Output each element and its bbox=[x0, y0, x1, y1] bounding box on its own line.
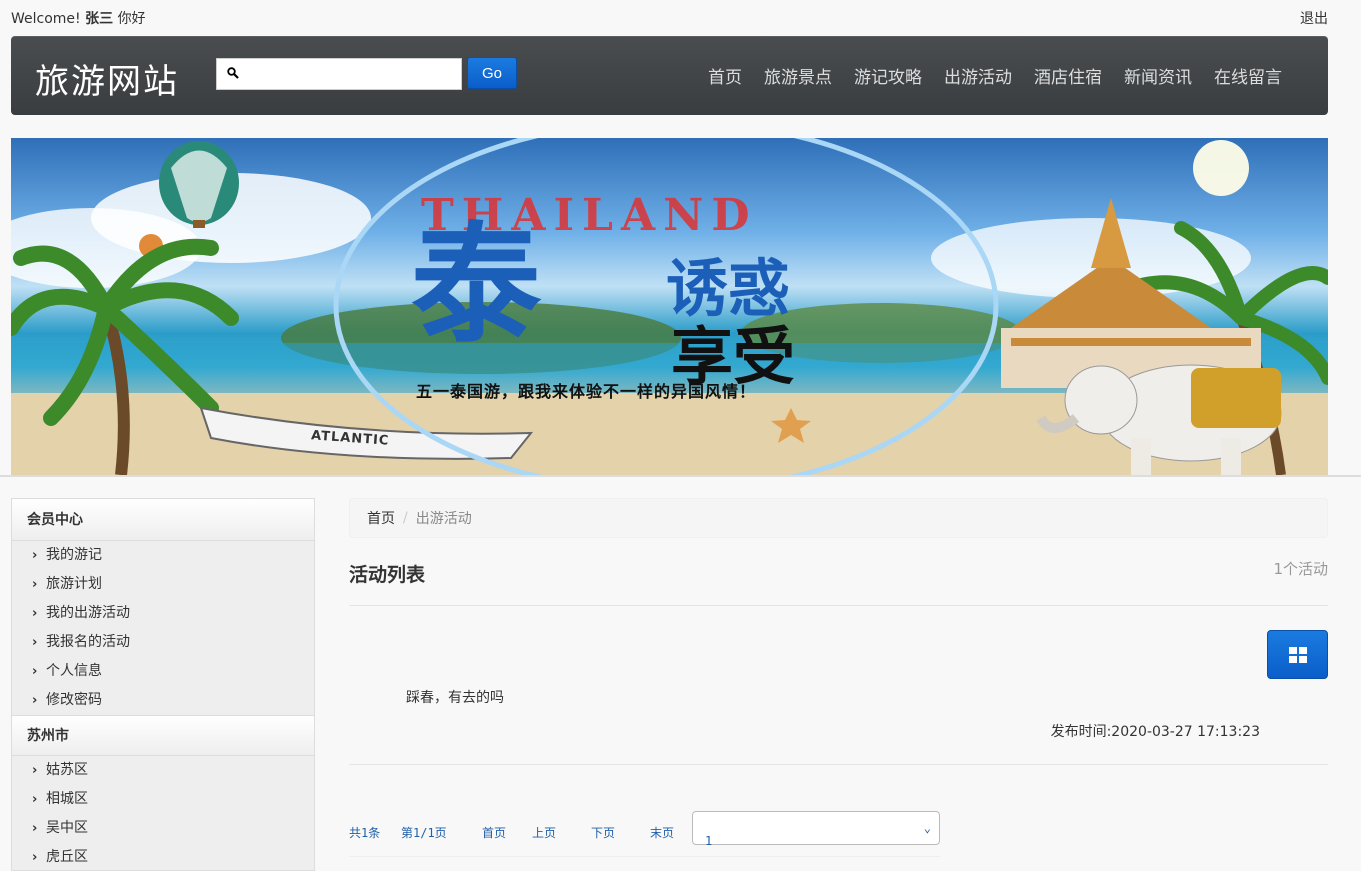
pagination: 共1条 第1/1页 首页 上页 下页 末页 1 ⌄ bbox=[349, 811, 940, 857]
logout-link[interactable]: 退出 bbox=[1300, 8, 1328, 28]
nav-item-activities[interactable]: 出游活动 bbox=[933, 63, 1023, 88]
grid-view-button[interactable] bbox=[1267, 630, 1328, 679]
chevron-right-icon: › bbox=[32, 635, 38, 650]
breadcrumb-separator: / bbox=[403, 510, 408, 526]
nav-item-news[interactable]: 新闻资讯 bbox=[1113, 63, 1203, 88]
banner-caption: 五一泰国游，跟我来体验不一样的异国风情！ bbox=[416, 382, 757, 401]
sidebar-item-label: 个人信息 bbox=[46, 663, 102, 679]
search-icon bbox=[227, 67, 239, 79]
breadcrumb-current: 出游活动 bbox=[415, 511, 472, 527]
sidebar-item-huqiu[interactable]: › 虎丘区 bbox=[12, 843, 314, 871]
chevron-right-icon: › bbox=[32, 821, 38, 836]
sidebar-item-wuzhong[interactable]: › 吴中区 bbox=[12, 814, 314, 843]
pager-total: 共1条 bbox=[349, 826, 381, 840]
pager-next[interactable]: 下页 bbox=[591, 824, 615, 841]
sidebar-item-label: 姑苏区 bbox=[46, 762, 88, 778]
nav-item-travelogues[interactable]: 游记攻略 bbox=[843, 63, 933, 88]
main-navbar: 旅游网站 Go 首页 旅游景点 游记攻略 出游活动 酒店住宿 新闻资讯 在线留言 bbox=[11, 36, 1328, 115]
pager-first[interactable]: 首页 bbox=[482, 824, 506, 841]
pager-page-info: 第1/1页 bbox=[401, 826, 447, 840]
grid-icon bbox=[1288, 646, 1307, 663]
pager-last[interactable]: 末页 bbox=[650, 824, 674, 841]
list-header: 活动列表 1个活动 bbox=[349, 556, 1328, 606]
nav-item-home[interactable]: 首页 bbox=[697, 63, 753, 88]
go-button[interactable]: Go bbox=[467, 57, 517, 89]
chevron-right-icon: › bbox=[32, 763, 38, 778]
site-brand[interactable]: 旅游网站 bbox=[35, 54, 179, 103]
chevron-right-icon: › bbox=[32, 792, 38, 807]
sidebar-title-member: 会员中心 bbox=[12, 499, 314, 541]
username: 张三 bbox=[85, 11, 114, 27]
search-box bbox=[216, 58, 462, 90]
page-select[interactable]: 1 ⌄ bbox=[692, 811, 940, 848]
search-input[interactable] bbox=[247, 59, 459, 89]
chevron-right-icon: › bbox=[32, 606, 38, 621]
banner-image: THAILAND 泰 诱惑 享受 五一泰国游，跟我来体验不一样的异国风情！ AT… bbox=[11, 138, 1328, 475]
activity-title[interactable]: 踩春，有去的吗 bbox=[406, 687, 504, 707]
sidebar-item-label: 相城区 bbox=[46, 791, 88, 807]
sidebar-item-label: 旅游计划 bbox=[46, 576, 102, 592]
sidebar-item-registered-activities[interactable]: › 我报名的活动 bbox=[12, 628, 314, 657]
top-bar: Welcome! 张三 你好 退出 bbox=[11, 0, 1328, 36]
chevron-right-icon: › bbox=[32, 850, 38, 865]
nav-item-messages[interactable]: 在线留言 bbox=[1203, 63, 1293, 88]
welcome-prefix: Welcome! bbox=[11, 11, 81, 27]
welcome-text: Welcome! 张三 你好 bbox=[11, 8, 146, 28]
nav-menu: 首页 旅游景点 游记攻略 出游活动 酒店住宿 新闻资讯 在线留言 bbox=[697, 36, 1293, 115]
sidebar-item-label: 我报名的活动 bbox=[46, 634, 130, 650]
sidebar-item-profile[interactable]: › 个人信息 bbox=[12, 657, 314, 686]
sidebar-item-label: 我的游记 bbox=[46, 547, 102, 563]
sidebar-item-travel-plan[interactable]: › 旅游计划 bbox=[12, 570, 314, 599]
activity-count: 1个活动 bbox=[1273, 560, 1328, 578]
sidebar-title-city: 苏州市 bbox=[12, 715, 314, 756]
sidebar-item-label: 修改密码 bbox=[46, 692, 102, 708]
sidebar-item-xiangcheng[interactable]: › 相城区 bbox=[12, 785, 314, 814]
chevron-right-icon: › bbox=[32, 548, 38, 563]
chevron-down-icon: ⌄ bbox=[923, 821, 931, 835]
sidebar: 会员中心 › 我的游记 › 旅游计划 › 我的出游活动 › 我报名的活动 › 个… bbox=[11, 498, 315, 871]
chevron-right-icon: › bbox=[32, 577, 38, 592]
sidebar-item-gusu[interactable]: › 姑苏区 bbox=[12, 756, 314, 785]
row-divider bbox=[349, 764, 1328, 765]
pager-prev[interactable]: 上页 bbox=[532, 824, 556, 841]
activity-time: 发布时间:2020-03-27 17:13:23 bbox=[1050, 724, 1260, 740]
sidebar-item-label: 虎丘区 bbox=[46, 849, 88, 865]
sidebar-item-my-activities[interactable]: › 我的出游活动 bbox=[12, 599, 314, 628]
sidebar-item-my-travelogues[interactable]: › 我的游记 bbox=[12, 541, 314, 570]
page-title: 活动列表 bbox=[349, 564, 426, 586]
sidebar-item-change-password[interactable]: › 修改密码 bbox=[12, 686, 314, 715]
nav-item-hotels[interactable]: 酒店住宿 bbox=[1023, 63, 1113, 88]
greeting: 你好 bbox=[117, 11, 146, 27]
page-select-value: 1 bbox=[705, 834, 713, 848]
chevron-right-icon: › bbox=[32, 693, 38, 708]
banner-big-char: 泰 bbox=[411, 209, 542, 361]
chevron-right-icon: › bbox=[32, 664, 38, 679]
breadcrumb: 首页 / 出游活动 bbox=[349, 498, 1328, 538]
breadcrumb-home[interactable]: 首页 bbox=[367, 508, 395, 528]
nav-item-attractions[interactable]: 旅游景点 bbox=[753, 63, 843, 88]
main-content: 首页 / 出游活动 活动列表 1个活动 踩春，有去的吗 发布时间:2020-03… bbox=[349, 498, 1328, 857]
page-divider bbox=[0, 475, 1361, 477]
sidebar-item-label: 吴中区 bbox=[46, 820, 88, 836]
sidebar-item-label: 我的出游活动 bbox=[46, 605, 130, 621]
